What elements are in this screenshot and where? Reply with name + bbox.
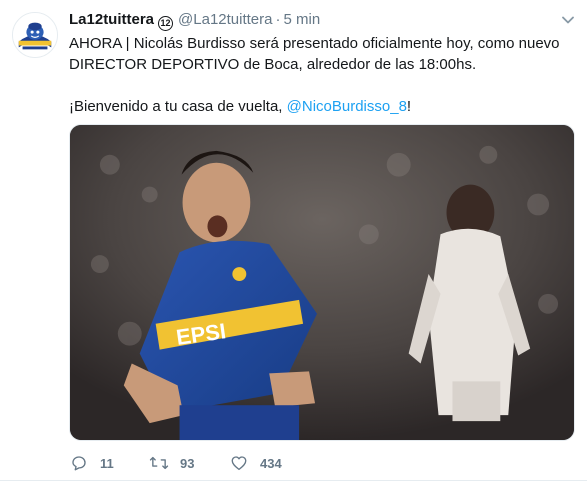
player-celebration-photo: EPSI [70,125,574,440]
tweet-timestamp[interactable]: 5 min [283,11,320,28]
like-count: 434 [260,455,282,471]
like-button[interactable]: 434 [229,453,282,473]
retweet-icon [149,453,169,473]
welcome-text: ¡Bienvenido a tu casa de vuelta, [69,98,287,115]
tweet-text-paragraph-2: ¡Bienvenido a tu casa de vuelta, @NicoBu… [69,96,574,117]
welcome-suffix: ! [406,98,412,115]
reply-button[interactable]: 11 [69,453,149,473]
tweet-text: AHORA | Nicolás Burdisso será presentado… [69,33,574,117]
chevron-down-icon[interactable] [561,10,575,30]
tweet[interactable]: La12tuittera 12 @La12tuittera · 5 min AHORA … [0,0,587,481]
retweet-button[interactable]: 93 [149,453,229,473]
heart-icon [229,453,249,473]
reply-count: 11 [100,455,114,471]
mention-link[interactable]: @NicoBurdisso_8 [287,98,407,115]
tweet-actions: 11 93 434 [69,452,282,474]
reply-icon [69,453,89,473]
retweet-count: 93 [180,455,195,471]
author-handle[interactable]: @La12tuittera [178,11,272,28]
tweet-photo[interactable]: EPSI [69,124,575,441]
verified-badge-icon: 12 [158,16,174,31]
boca-mascot-logo [13,13,57,57]
author-name[interactable]: La12tuittera [69,11,154,28]
tweet-text-paragraph-1: AHORA | Nicolás Burdisso será presentado… [69,35,560,73]
author-avatar[interactable] [12,12,58,58]
tweet-header: La12tuittera 12 @La12tuittera · 5 min [69,10,575,31]
separator-dot: · [275,11,281,28]
